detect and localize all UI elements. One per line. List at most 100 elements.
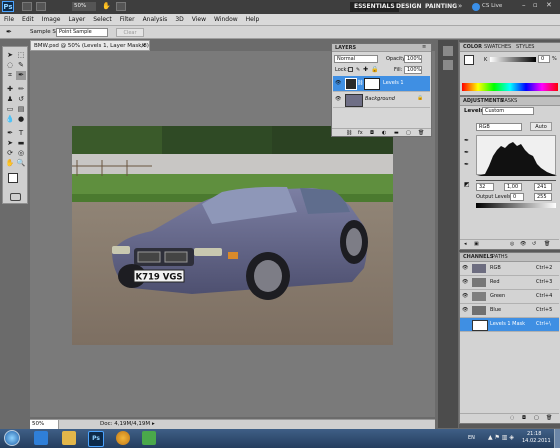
menu-image[interactable]: Image — [38, 16, 65, 23]
new-adjustment-icon[interactable]: ◐ — [382, 130, 386, 136]
menu-select[interactable]: Select — [89, 16, 116, 23]
brush-tool-icon[interactable]: ✏ — [16, 85, 26, 94]
explorer-folder-icon[interactable] — [62, 431, 76, 445]
photoshop-taskbar-icon[interactable]: Ps — [88, 431, 104, 447]
arrange-documents-icon[interactable] — [116, 2, 126, 11]
lock-all-icon[interactable]: 🔒 — [371, 66, 378, 73]
language-indicator[interactable]: EN — [468, 435, 475, 441]
menu-analysis[interactable]: Analysis — [139, 16, 172, 23]
adjustments-tab[interactable]: ADJUSTMENTS — [463, 98, 504, 104]
actions-panel-icon[interactable] — [443, 60, 453, 70]
quick-mask-icon[interactable] — [10, 193, 21, 201]
document-image[interactable]: K719 VGS — [72, 126, 393, 345]
clock-date[interactable]: 14.02.2011 — [522, 438, 551, 444]
visibility-eye-icon[interactable]: 👁 — [462, 307, 468, 313]
healing-brush-tool-icon[interactable]: ✚ — [5, 85, 15, 94]
return-icon[interactable]: ◂ — [464, 241, 467, 247]
masks-tab[interactable]: MASKS — [500, 98, 517, 104]
k-input[interactable]: 0 — [538, 55, 550, 63]
menu-layer[interactable]: Layer — [64, 16, 89, 23]
status-zoom[interactable]: 50% — [30, 420, 59, 429]
color-tab[interactable]: COLOR — [463, 44, 482, 50]
mask-link-icon[interactable]: ⛓ — [357, 80, 363, 86]
more-workspaces-icon[interactable]: » — [458, 2, 462, 10]
layer-row-levels[interactable]: 👁 ⛓ Levels 1 — [333, 76, 430, 92]
reset-icon[interactable]: ↺ — [532, 241, 536, 247]
clear-button[interactable]: Clear — [116, 28, 144, 37]
save-selection-icon[interactable]: ◘ — [522, 415, 526, 421]
type-tool-icon[interactable]: T — [16, 129, 26, 138]
start-button-icon[interactable] — [4, 430, 20, 446]
foreground-swatch[interactable] — [464, 55, 474, 65]
load-selection-icon[interactable]: ◌ — [510, 415, 514, 421]
gradient-tool-icon[interactable]: ▤ — [16, 105, 26, 114]
hand-tool-icon[interactable]: ✋ — [102, 2, 112, 11]
new-layer-icon[interactable]: ▢ — [406, 130, 411, 136]
channel-row-blue[interactable]: 👁 Blue Ctrl+5 — [460, 304, 559, 318]
marquee-tool-icon[interactable]: ⬚ — [16, 51, 26, 60]
visibility-eye-icon[interactable]: 👁 — [462, 293, 468, 299]
history-panel-icon[interactable] — [443, 46, 453, 56]
layer-style-icon[interactable]: fx — [358, 130, 363, 136]
eyedropper-white-icon[interactable]: ✒ — [464, 161, 469, 168]
visibility-toggle-icon[interactable]: 👁 — [520, 241, 526, 247]
3d-rotate-tool-icon[interactable]: ⟳ — [5, 149, 15, 158]
sample-size-select[interactable]: Point Sample — [56, 28, 108, 37]
crop-tool-icon[interactable]: ⌗ — [5, 71, 15, 80]
clip-warning-icon[interactable]: ◩ — [464, 181, 470, 188]
media-app-icon[interactable] — [142, 431, 156, 445]
tray-icons[interactable]: ▲ ⚑ ▥ ◈ — [488, 434, 514, 441]
lock-position-icon[interactable]: ✚ — [363, 66, 368, 73]
zoom-level-select[interactable]: 50% — [72, 2, 96, 11]
channel-row-mask[interactable]: Levels 1 Mask Ctrl+\ — [460, 318, 559, 332]
3d-orbit-tool-icon[interactable]: ◎ — [16, 149, 26, 158]
expand-view-icon[interactable]: ▣ — [474, 241, 479, 247]
status-menu-arrow-icon[interactable]: ▸ — [152, 420, 155, 429]
channel-row-rgb[interactable]: 👁 RGB Ctrl+2 — [460, 262, 559, 276]
color-spectrum-bar[interactable] — [462, 83, 558, 91]
mini-bridge-icon[interactable] — [36, 2, 46, 11]
internet-explorer-icon[interactable] — [34, 431, 48, 445]
link-layers-icon[interactable]: ⛓ — [346, 130, 352, 136]
input-gamma-field[interactable]: 1,00 — [504, 183, 522, 191]
auto-button[interactable]: Auto — [530, 122, 552, 131]
cs-live-icon[interactable] — [472, 3, 480, 11]
opacity-input[interactable]: 100% — [404, 55, 422, 63]
show-desktop-button[interactable] — [554, 429, 560, 448]
layer-mask-thumbnail[interactable] — [364, 78, 380, 90]
hand-tool-icon[interactable]: ✋ — [5, 159, 15, 168]
close-document-icon[interactable]: × — [141, 41, 146, 51]
document-tab[interactable]: BMW.psd @ 50% (Levels 1, Layer Mask/8) × — [30, 40, 150, 51]
cs-live-button[interactable]: CS Live — [482, 3, 502, 9]
eyedropper-black-icon[interactable]: ✒ — [464, 137, 469, 144]
menu-window[interactable]: Window — [210, 16, 242, 23]
visibility-eye-icon[interactable]: 👁 — [335, 96, 341, 102]
menu-view[interactable]: View — [188, 16, 210, 23]
fill-input[interactable]: 100% — [404, 66, 422, 74]
styles-tab[interactable]: STYLES — [516, 44, 534, 50]
menu-3d[interactable]: 3D — [171, 16, 187, 23]
foreground-color-swatch[interactable] — [8, 173, 18, 183]
visibility-eye-icon[interactable]: 👁 — [462, 279, 468, 285]
clip-to-layer-icon[interactable]: ◎ — [510, 241, 514, 247]
output-white-field[interactable]: 255 — [534, 193, 552, 201]
lock-transparent-icon[interactable] — [348, 67, 353, 72]
menu-edit[interactable]: Edit — [18, 16, 38, 23]
workspace-painting-button[interactable]: PAINTING — [421, 2, 461, 12]
output-levels-gradient[interactable] — [476, 203, 556, 208]
input-levels-slider[interactable] — [476, 177, 556, 181]
pen-tool-icon[interactable]: ✒ — [5, 129, 15, 138]
clone-stamp-tool-icon[interactable]: ♟ — [5, 95, 15, 104]
history-brush-tool-icon[interactable]: ↺ — [16, 95, 26, 104]
eyedropper-icon[interactable]: ✒ — [16, 71, 26, 80]
flower-app-icon[interactable] — [116, 431, 130, 445]
blur-tool-icon[interactable]: 💧 — [5, 115, 15, 124]
channels-tab[interactable]: CHANNELS — [463, 254, 493, 260]
path-selection-tool-icon[interactable]: ➤ — [5, 139, 15, 148]
delete-channel-icon[interactable]: 🗑 — [546, 415, 552, 421]
lasso-tool-icon[interactable]: ◌ — [5, 61, 15, 70]
panel-menu-icon[interactable]: ≡ — [422, 44, 426, 50]
swatches-tab[interactable]: SWATCHES — [484, 44, 511, 50]
layer-row-background[interactable]: 👁 Background 🔒 — [333, 92, 430, 108]
blend-mode-select[interactable]: Normal — [334, 55, 378, 63]
